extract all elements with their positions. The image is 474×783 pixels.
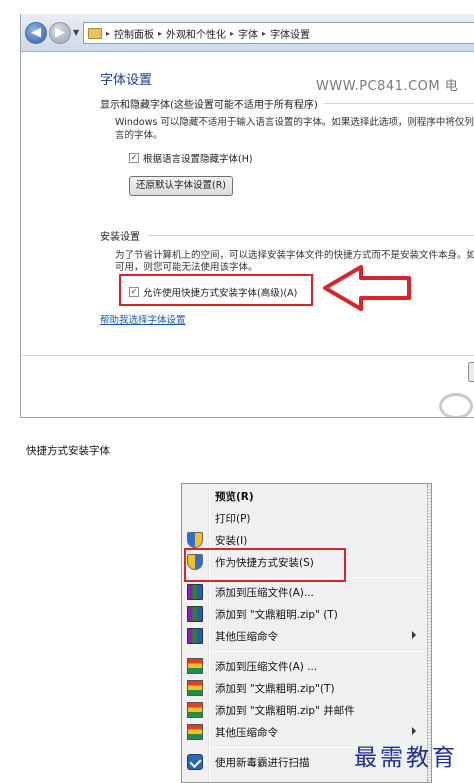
- chevron-right-icon[interactable]: ▸: [262, 29, 266, 38]
- menu-item-print[interactable]: 打印(P): [182, 507, 426, 529]
- menu-item-winrar-more[interactable]: 其他压缩命令: [182, 625, 426, 647]
- menu-item-label: 其他压缩命令: [215, 727, 278, 739]
- install-heading: 安装设置: [100, 232, 140, 243]
- checkbox-checked-icon[interactable]: ✓: [129, 153, 139, 163]
- menu-item-winrar-add-zip[interactable]: 添加到 "文鼎粗明.zip" (T): [182, 603, 426, 625]
- menu-item-winrar-add-archive[interactable]: 添加到压缩文件(A)...: [182, 581, 426, 603]
- show-hide-desc-2: 言的字体。: [115, 130, 163, 141]
- show-hide-desc-1: Windows 可以隐藏不适用于输入语言设置的字体。如果选择此选项，则程序中将仅…: [115, 117, 474, 128]
- winrar-icon: [187, 628, 203, 644]
- menu-item-label: 打印(P): [215, 513, 251, 525]
- restore-defaults-button[interactable]: 还原默认字体设置(R): [129, 176, 234, 196]
- breadcrumb-fonts[interactable]: 字体: [238, 26, 258, 41]
- chevron-right-icon[interactable]: ▸: [230, 29, 234, 38]
- zip-archiver-icon: [187, 658, 203, 674]
- font-settings-window: ◀ ▶ ▼ ▸ 控制面板 ▸ 外观和个性化 ▸ 字体 ▸ 字体设置 字体设置 W…: [20, 14, 474, 418]
- menu-item-label: 预览(R): [215, 491, 254, 503]
- menu-item-label: 添加到压缩文件(A) ...: [215, 661, 318, 673]
- install-desc-2: 可用，则您可能无法使用该字体。: [115, 262, 258, 273]
- breadcrumb[interactable]: ▸ 控制面板 ▸ 外观和个性化 ▸ 字体 ▸ 字体设置: [83, 22, 474, 44]
- red-highlight-box: [119, 274, 313, 306]
- history-dropdown-icon[interactable]: ▼: [73, 28, 79, 37]
- uac-shield-icon: [187, 532, 203, 548]
- zip-archiver-icon: [187, 680, 203, 696]
- site-logo-icon: [439, 393, 473, 417]
- red-arrow-icon: [323, 265, 411, 311]
- submenu-arrow-icon: [412, 631, 416, 639]
- winrar-icon: [187, 606, 203, 622]
- page-title: 字体设置: [100, 73, 153, 88]
- back-button[interactable]: ◀: [25, 22, 47, 44]
- brand-watermark: 最需教育: [354, 745, 458, 771]
- address-bar: ◀ ▶ ▼ ▸ 控制面板 ▸ 外观和个性化 ▸ 字体 ▸ 字体设置: [21, 14, 474, 52]
- menu-item-label: 使用新毒霸进行扫描: [215, 757, 310, 769]
- submenu-arrow-icon: [412, 727, 416, 735]
- menu-item-zip-add-and-mail[interactable]: 添加到 "文鼎粗明.zip" 并邮件: [182, 699, 426, 721]
- settings-content: 字体设置 WWW.PC841.COM 电 显示和隐藏字体(这些设置可能不适用于所…: [21, 53, 474, 417]
- antivirus-scan-icon: [187, 754, 203, 770]
- caption-text: 快捷方式安装字体: [26, 445, 110, 457]
- menu-item-label: 安装(I): [215, 535, 248, 547]
- menu-item-zip-add-archive[interactable]: 添加到压缩文件(A) ...: [182, 655, 426, 677]
- chevron-right-icon[interactable]: ▸: [158, 29, 162, 38]
- menu-item-zip-add-zip[interactable]: 添加到 "文鼎粗明.zip"(T): [182, 677, 426, 699]
- breadcrumb-control-panel[interactable]: 控制面板: [114, 26, 154, 41]
- red-highlight-box: [184, 548, 346, 582]
- menu-separator: [212, 651, 424, 652]
- menu-item-label: 添加到 "文鼎粗明.zip" (T): [215, 609, 338, 621]
- hide-fonts-checkbox[interactable]: ✓ 根据语言设置隐藏字体(H): [129, 151, 253, 165]
- show-hide-heading: 显示和隐藏字体(这些设置可能不适用于所有程序): [100, 100, 318, 111]
- forward-button[interactable]: ▶: [49, 22, 71, 44]
- site-watermark: WWW.PC841.COM 电: [316, 79, 459, 94]
- menu-item-label: 添加到压缩文件(A)...: [215, 587, 314, 599]
- menu-item-label: 添加到 "文鼎粗明.zip"(T): [215, 683, 335, 695]
- menu-item-label: 其他压缩命令: [215, 631, 278, 643]
- footer-divider: [21, 355, 474, 356]
- zip-archiver-icon: [187, 724, 203, 740]
- hide-fonts-label: 根据语言设置隐藏字体(H): [143, 154, 253, 165]
- zip-archiver-icon: [187, 702, 203, 718]
- help-font-settings-link[interactable]: 帮助我选择字体设置: [100, 312, 186, 326]
- section-divider: [147, 235, 474, 236]
- section-divider: [323, 103, 474, 104]
- ok-button-partial[interactable]: [468, 362, 474, 382]
- breadcrumb-font-settings[interactable]: 字体设置: [270, 26, 310, 41]
- chevron-right-icon: ▸: [106, 28, 111, 38]
- winrar-icon: [187, 584, 203, 600]
- folder-icon: [88, 27, 102, 39]
- menu-item-preview[interactable]: 预览(R): [182, 485, 426, 507]
- menu-item-label: 添加到 "文鼎粗明.zip" 并邮件: [215, 705, 355, 717]
- breadcrumb-appearance[interactable]: 外观和个性化: [166, 26, 226, 41]
